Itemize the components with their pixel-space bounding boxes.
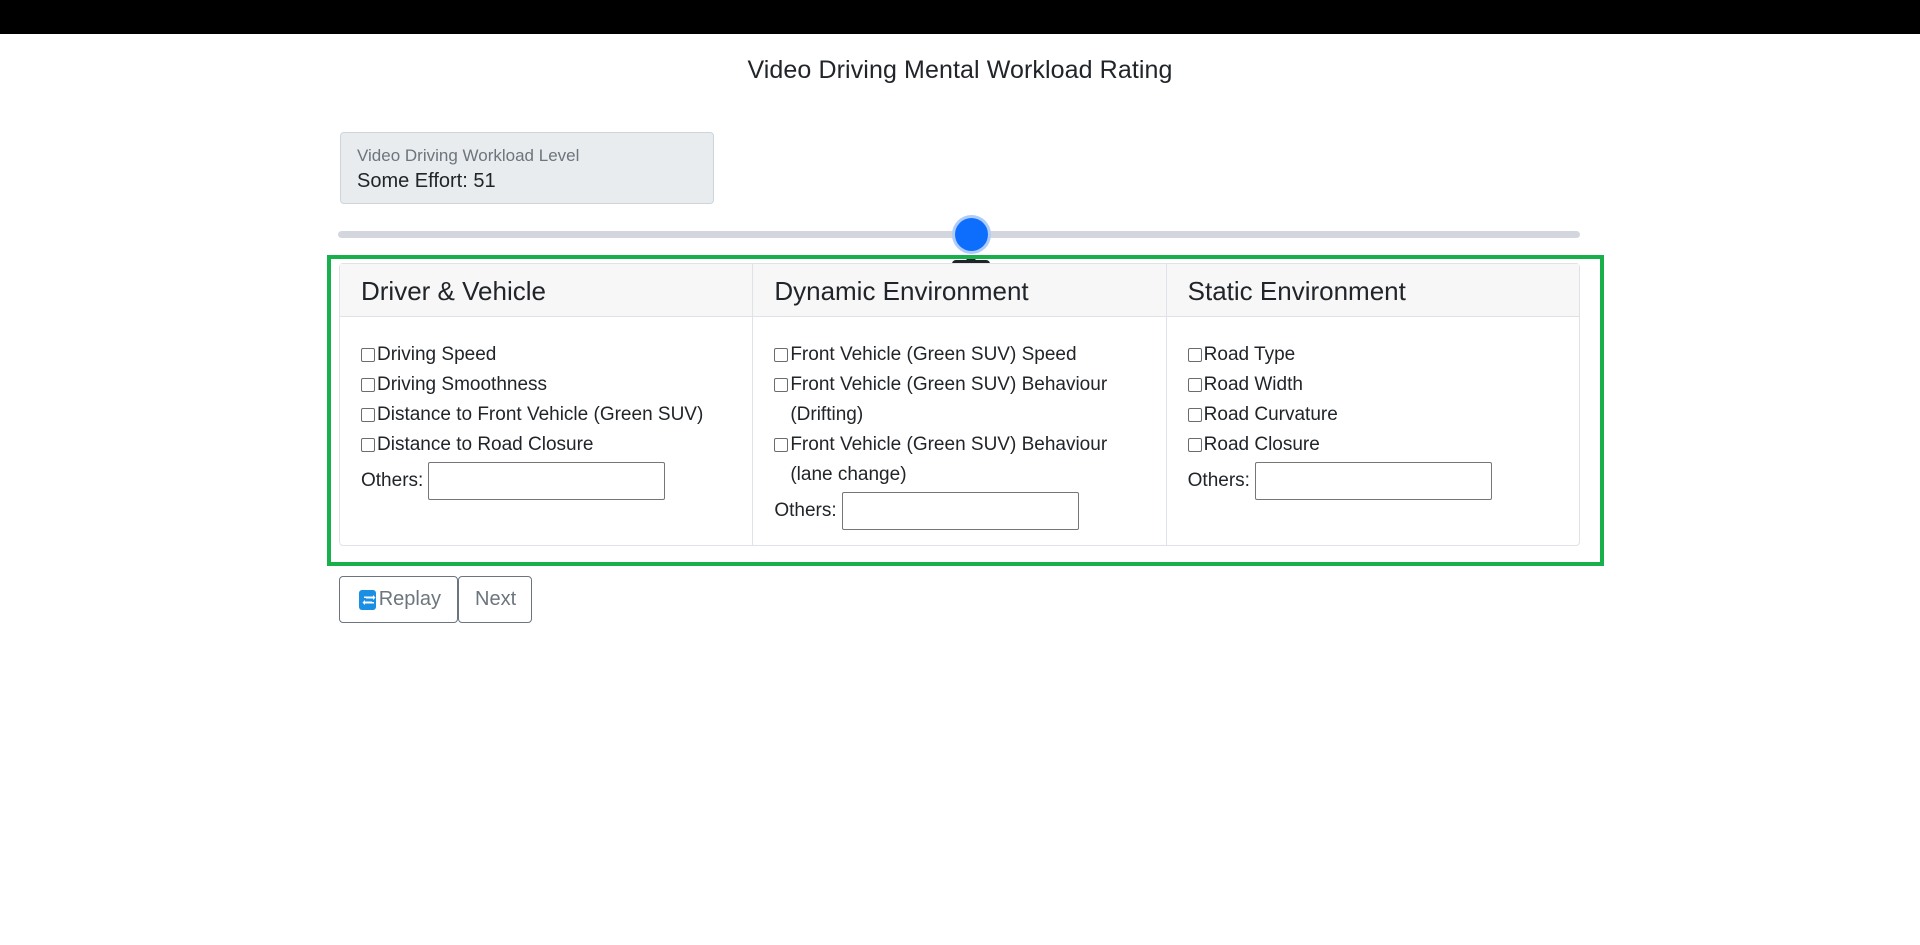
checkbox[interactable] <box>361 348 375 362</box>
checkbox-label: Distance to Road Closure <box>377 434 594 455</box>
card-title: Driver & Vehicle <box>340 264 753 317</box>
checkbox-label: Distance to Front Vehicle (Green SUV) <box>377 404 704 425</box>
card-title: Dynamic Environment <box>753 264 1166 317</box>
checkbox-road-curvature[interactable]: Road Curvature <box>1187 400 1558 430</box>
checkbox-label: Road Width <box>1203 374 1303 395</box>
card-dynamic-environment: Dynamic Environment Front Vehicle (Green… <box>753 263 1167 546</box>
checkbox-road-type[interactable]: Road Type <box>1187 340 1558 370</box>
checkbox[interactable] <box>774 348 789 362</box>
others-row: Others: <box>774 492 1144 530</box>
checkbox-label: Road Type <box>1203 344 1296 365</box>
workload-level-label: Video Driving Workload Level <box>357 146 580 165</box>
checkbox-front-vehicle-speed[interactable]: Front Vehicle (Green SUV) Speed <box>774 340 1144 370</box>
checkbox[interactable] <box>1187 348 1202 362</box>
checkbox-road-closure[interactable]: Road Closure <box>1187 430 1558 460</box>
slider-thumb[interactable] <box>955 218 989 251</box>
others-label: Others: <box>361 470 424 491</box>
others-label: Others: <box>1187 470 1250 491</box>
checkbox[interactable] <box>774 438 789 452</box>
checkbox[interactable] <box>1187 438 1202 452</box>
checkbox-label: Front Vehicle (Green SUV) Behaviour (Dri… <box>790 374 1108 425</box>
checkbox-label: Driving Speed <box>377 344 497 365</box>
checkbox-label: Road Curvature <box>1203 404 1338 425</box>
workload-slider[interactable]: 51 <box>338 218 1580 292</box>
replay-icon <box>359 589 376 610</box>
checkbox-front-vehicle-drifting[interactable]: Front Vehicle (Green SUV) Behaviour (Dri… <box>774 370 1144 430</box>
replay-button[interactable]: Replay <box>339 576 458 623</box>
checkbox-front-vehicle-lane-change[interactable]: Front Vehicle (Green SUV) Behaviour (lan… <box>774 430 1144 490</box>
others-input-static-environment[interactable] <box>1254 462 1492 500</box>
checkbox-driving-speed[interactable]: Driving Speed <box>361 340 731 370</box>
page-title: Video Driving Mental Workload Rating <box>747 56 1173 84</box>
checkbox[interactable] <box>1187 408 1202 422</box>
checkbox-label: Road Closure <box>1203 434 1320 455</box>
checkbox[interactable] <box>361 438 375 452</box>
factor-card-group: Driver & Vehicle Driving Speed Driving S… <box>339 263 1580 546</box>
workload-level-display: Video Driving Workload Level Some Effort… <box>340 132 714 204</box>
others-input-dynamic-environment[interactable] <box>841 492 1079 530</box>
checkbox[interactable] <box>774 378 789 392</box>
others-row: Others: <box>361 462 731 500</box>
workload-level-value: Some Effort: 51 <box>357 170 496 192</box>
card-driver-vehicle: Driver & Vehicle Driving Speed Driving S… <box>339 263 754 546</box>
card-title: Static Environment <box>1166 264 1579 317</box>
checkbox[interactable] <box>361 408 375 422</box>
next-button[interactable]: Next <box>458 576 532 623</box>
others-label: Others: <box>774 500 837 521</box>
checkbox-driving-smoothness[interactable]: Driving Smoothness <box>361 370 731 400</box>
card-static-environment: Static Environment Road Type Road Width … <box>1166 263 1580 546</box>
others-input-driver-vehicle[interactable] <box>428 462 666 500</box>
checkbox-label: Front Vehicle (Green SUV) Behaviour (lan… <box>790 434 1108 485</box>
checkbox-distance-front-vehicle[interactable]: Distance to Front Vehicle (Green SUV) <box>361 400 731 430</box>
checkbox[interactable] <box>361 378 375 392</box>
checkbox-distance-road-closure[interactable]: Distance to Road Closure <box>361 430 731 460</box>
checkbox[interactable] <box>1187 378 1202 392</box>
next-button-label: Next <box>475 588 517 610</box>
checkbox-label: Driving Smoothness <box>377 374 548 395</box>
replay-button-label: Replay <box>378 588 441 610</box>
checkbox-label: Front Vehicle (Green SUV) Speed <box>790 344 1077 365</box>
checkbox-road-width[interactable]: Road Width <box>1187 370 1558 400</box>
top-bar <box>0 0 1920 34</box>
others-row: Others: <box>1188 462 1558 500</box>
